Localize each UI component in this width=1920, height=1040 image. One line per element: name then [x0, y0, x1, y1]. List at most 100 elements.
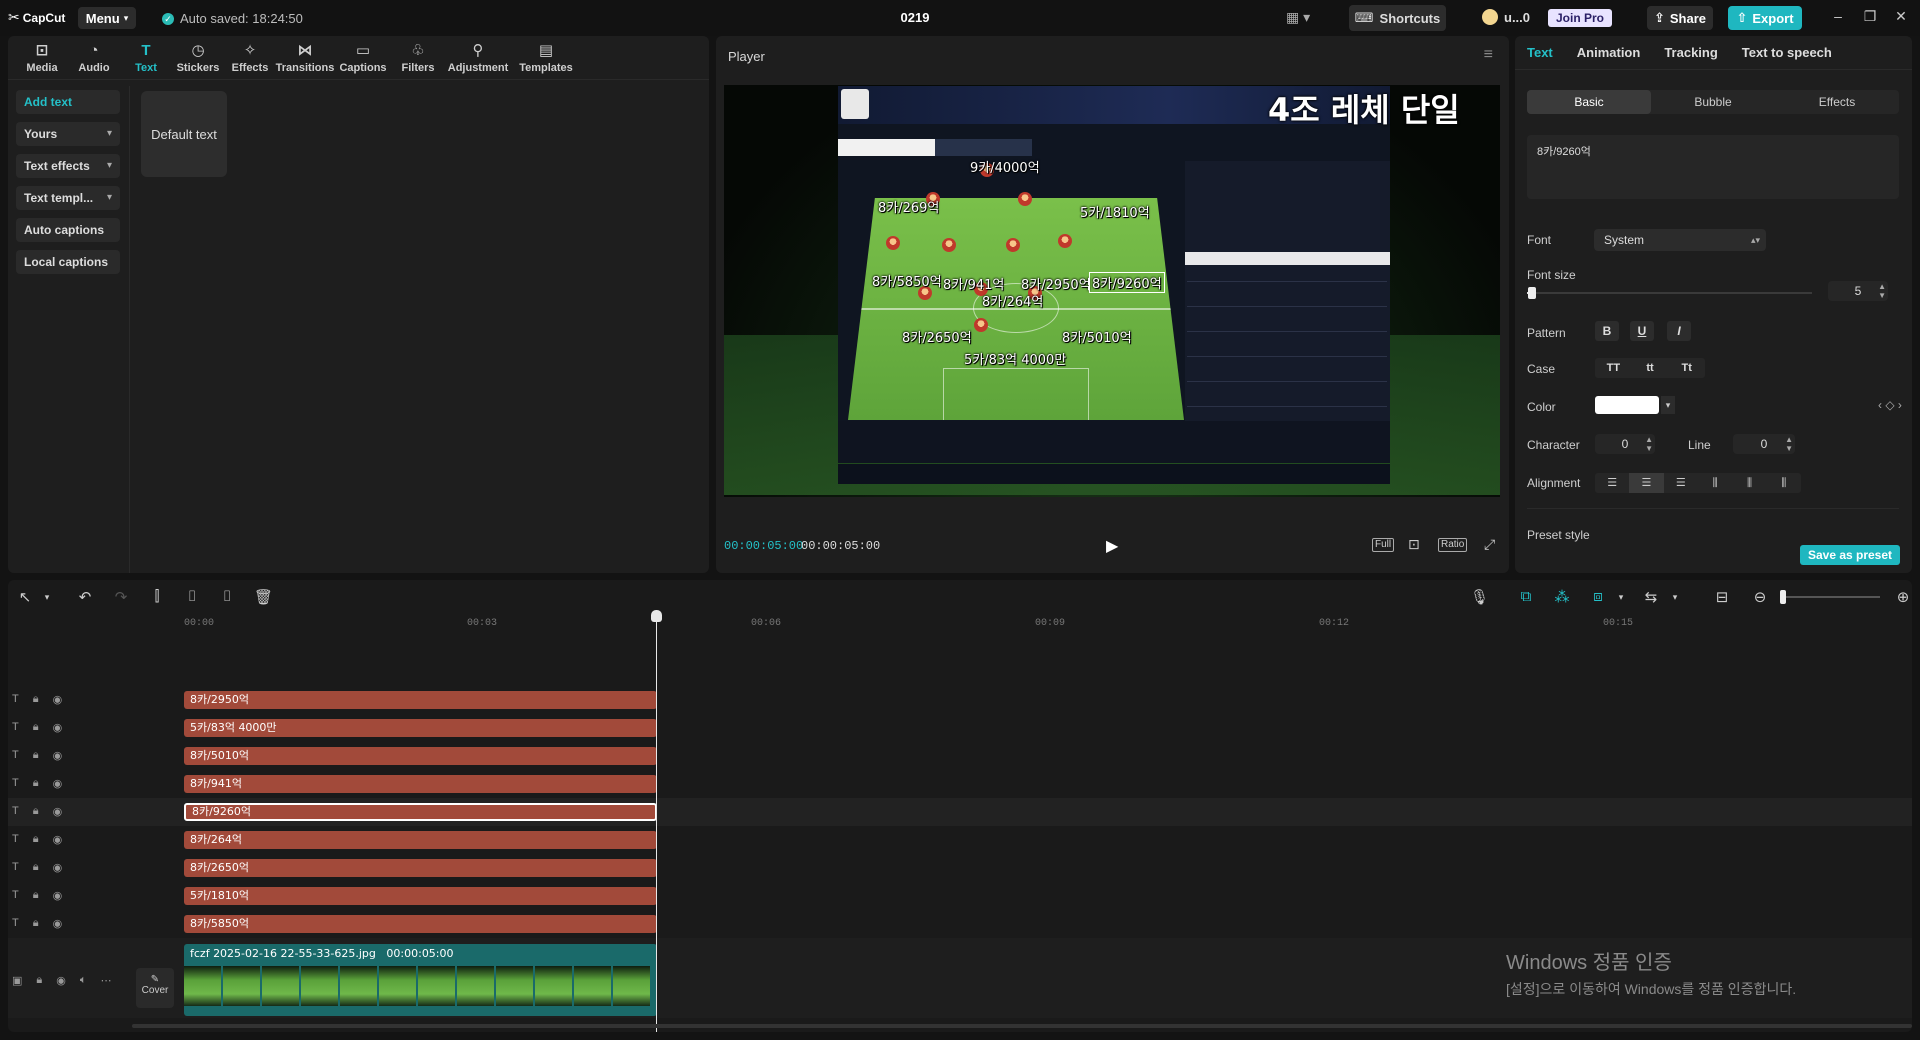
segment-effects[interactable]: Effects — [1775, 90, 1899, 114]
chevron-down-icon[interactable]: ▾ — [38, 592, 56, 603]
underline-button[interactable]: U — [1630, 321, 1654, 341]
layout-icon[interactable]: ▦ ▾ — [1286, 9, 1316, 27]
join-pro-button[interactable]: Join Pro — [1548, 9, 1613, 27]
tool-effects[interactable]: ✧ Effects — [224, 36, 276, 80]
segment-basic[interactable]: Basic — [1527, 90, 1651, 114]
fit-timeline-icon[interactable]: ⊟ — [1713, 588, 1731, 606]
timeline-ruler[interactable]: 00:00 00:03 00:06 00:09 00:12 00:15 — [184, 614, 1912, 634]
default-text-card[interactable]: Default text — [141, 91, 227, 177]
align-center-icon[interactable]: ☰ — [1629, 473, 1664, 493]
preview-axis-icon[interactable]: ⇆ — [1642, 588, 1660, 606]
overlay-text[interactable]: 8카/5010억 — [1062, 327, 1132, 346]
align-left-icon[interactable]: ☰ — [1595, 473, 1629, 493]
stepper-icon[interactable]: ▲ ▼ — [1785, 435, 1793, 453]
eye-icon[interactable]: ◉ — [53, 749, 63, 762]
stepper-icon[interactable]: ▲ ▼ — [1878, 282, 1886, 300]
subnav-local-captions[interactable]: Local captions — [16, 250, 120, 274]
tool-transitions[interactable]: ⋈ Transitions — [276, 36, 335, 80]
chevron-down-icon[interactable]: ▾ — [1612, 592, 1630, 603]
overlay-text[interactable]: 8카/5850억 — [872, 271, 942, 290]
font-size-slider-handle[interactable] — [1527, 287, 1536, 299]
text-clip[interactable]: 8카/264억 — [184, 831, 657, 849]
more-icon[interactable]: ⋯ — [100, 974, 111, 987]
overlay-text[interactable]: 5카/83억 4000만 — [964, 349, 1066, 368]
eye-icon[interactable]: ◉ — [53, 889, 63, 902]
font-size-slider[interactable] — [1527, 287, 1812, 299]
lock-icon[interactable]: 🔒︎ — [33, 805, 39, 818]
subnav-auto-captions[interactable]: Auto captions — [16, 218, 120, 242]
subnav-add-text[interactable]: Add text — [16, 90, 120, 114]
zoom-in-icon[interactable]: ⊕ — [1894, 588, 1912, 606]
tool-filters[interactable]: ♧ Filters — [392, 36, 444, 80]
eye-icon[interactable]: ◉ — [53, 805, 63, 818]
export-button[interactable]: ⇧ Export — [1728, 6, 1802, 30]
tab-text-to-speech[interactable]: Text to speech — [1730, 36, 1844, 70]
tool-templates[interactable]: ▤ Templates — [512, 36, 580, 80]
lock-icon[interactable]: 🔒︎ — [33, 693, 39, 706]
undo-icon[interactable]: ↶ — [76, 588, 94, 606]
tab-animation[interactable]: Animation — [1565, 36, 1653, 70]
overlay-text[interactable]: 8카/264억 — [982, 291, 1043, 310]
save-as-preset-button[interactable]: Save as preset — [1800, 545, 1900, 565]
font-select[interactable]: System ▴▾ — [1594, 229, 1766, 251]
split-icon[interactable]: ⫿ — [148, 588, 166, 605]
playhead[interactable] — [656, 614, 657, 1032]
text-color-swatch[interactable] — [1595, 396, 1659, 414]
text-clip[interactable]: 8카/941억 — [184, 775, 657, 793]
eye-icon[interactable]: ◉ — [53, 833, 63, 846]
lock-icon[interactable]: 🔒︎ — [33, 917, 39, 930]
text-clip[interactable]: 8카/5850억 — [184, 915, 657, 933]
restore-icon[interactable]: ❐ — [1860, 8, 1880, 25]
overlay-text[interactable]: 5카/1810억 — [1080, 202, 1150, 221]
auto-snap-icon[interactable]: ⧈ — [1589, 588, 1607, 605]
overlay-text[interactable]: 8카/2650억 — [902, 327, 972, 346]
text-clip-selected[interactable]: 8카/9260억 — [184, 803, 657, 821]
case-lower-button[interactable]: tt — [1632, 358, 1669, 378]
subnav-text-effects[interactable]: Text effects ▾ — [16, 154, 120, 178]
text-clip[interactable]: 8카/2650억 — [184, 859, 657, 877]
lock-icon[interactable]: 🔒︎ — [33, 777, 39, 790]
subnav-text-templates[interactable]: Text templ... ▾ — [16, 186, 120, 210]
lock-icon[interactable]: 🔒︎ — [36, 974, 42, 987]
overlay-title-text[interactable]: 4조 레체 단일 — [1268, 85, 1460, 131]
redo-icon[interactable]: ↷ — [112, 588, 130, 606]
tool-adjustment[interactable]: ⚲ Adjustment — [444, 36, 512, 80]
tab-tracking[interactable]: Tracking — [1652, 36, 1729, 70]
case-title-button[interactable]: Tt — [1668, 358, 1705, 378]
text-clip[interactable]: 5카/1810억 — [184, 887, 657, 905]
magnet-icon[interactable]: ⁂ — [1553, 588, 1571, 606]
eye-icon[interactable]: ◉ — [53, 861, 63, 874]
text-clip[interactable]: 8카/5010억 — [184, 747, 657, 765]
keyframe-icon[interactable]: ‹ ◇ › — [1878, 398, 1902, 412]
segment-bubble[interactable]: Bubble — [1651, 90, 1775, 114]
cover-button[interactable]: ✎ Cover — [136, 968, 174, 1008]
timeline-scrollbar[interactable] — [132, 1024, 1912, 1028]
shortcuts-button[interactable]: ⌨ Shortcuts — [1349, 5, 1446, 31]
bold-button[interactable]: B — [1595, 321, 1619, 341]
tool-audio[interactable]: ◔ Audio — [68, 36, 120, 80]
microphone-icon[interactable]: 🎙 — [1470, 588, 1489, 606]
video-preview[interactable]: 4조 레체 단일 9카/4000억 8카/269억 5카/1810억 8카/58… — [724, 85, 1500, 497]
align-vertical-bottom-icon[interactable]: ⫼ — [1767, 473, 1801, 493]
subnav-yours[interactable]: Yours ▾ — [16, 122, 120, 146]
text-clip[interactable]: 5카/83억 4000만 — [184, 719, 657, 737]
font-size-input[interactable]: 5 ▲ ▼ — [1828, 281, 1888, 301]
lock-icon[interactable]: 🔒︎ — [33, 721, 39, 734]
eye-icon[interactable]: ◉ — [56, 974, 66, 987]
lock-icon[interactable]: 🔒︎ — [33, 861, 39, 874]
fullscreen-icon[interactable]: ⤢ — [1484, 536, 1495, 553]
tool-captions[interactable]: ▭ Captions — [334, 36, 392, 80]
zoom-fit-icon[interactable]: ⊡ — [1408, 536, 1420, 553]
eye-icon[interactable]: ◉ — [53, 917, 63, 930]
lock-icon[interactable]: 🔒︎ — [33, 833, 39, 846]
align-vertical-top-icon[interactable]: ⫼ — [1698, 473, 1732, 493]
timeline-zoom-handle[interactable] — [1780, 590, 1786, 604]
timeline-zoom-slider[interactable] — [1780, 596, 1880, 598]
chevron-down-icon[interactable]: ▾ — [1661, 396, 1675, 414]
delete-icon[interactable]: 🗑 — [254, 588, 273, 606]
line-spacing-input[interactable]: 0 ▲ ▼ — [1733, 434, 1795, 454]
tab-text[interactable]: Text — [1515, 36, 1565, 70]
overlay-text[interactable]: 8카/269억 — [878, 197, 939, 216]
chevron-down-icon[interactable]: ▾ — [1666, 592, 1684, 603]
eye-icon[interactable]: ◉ — [53, 693, 63, 706]
